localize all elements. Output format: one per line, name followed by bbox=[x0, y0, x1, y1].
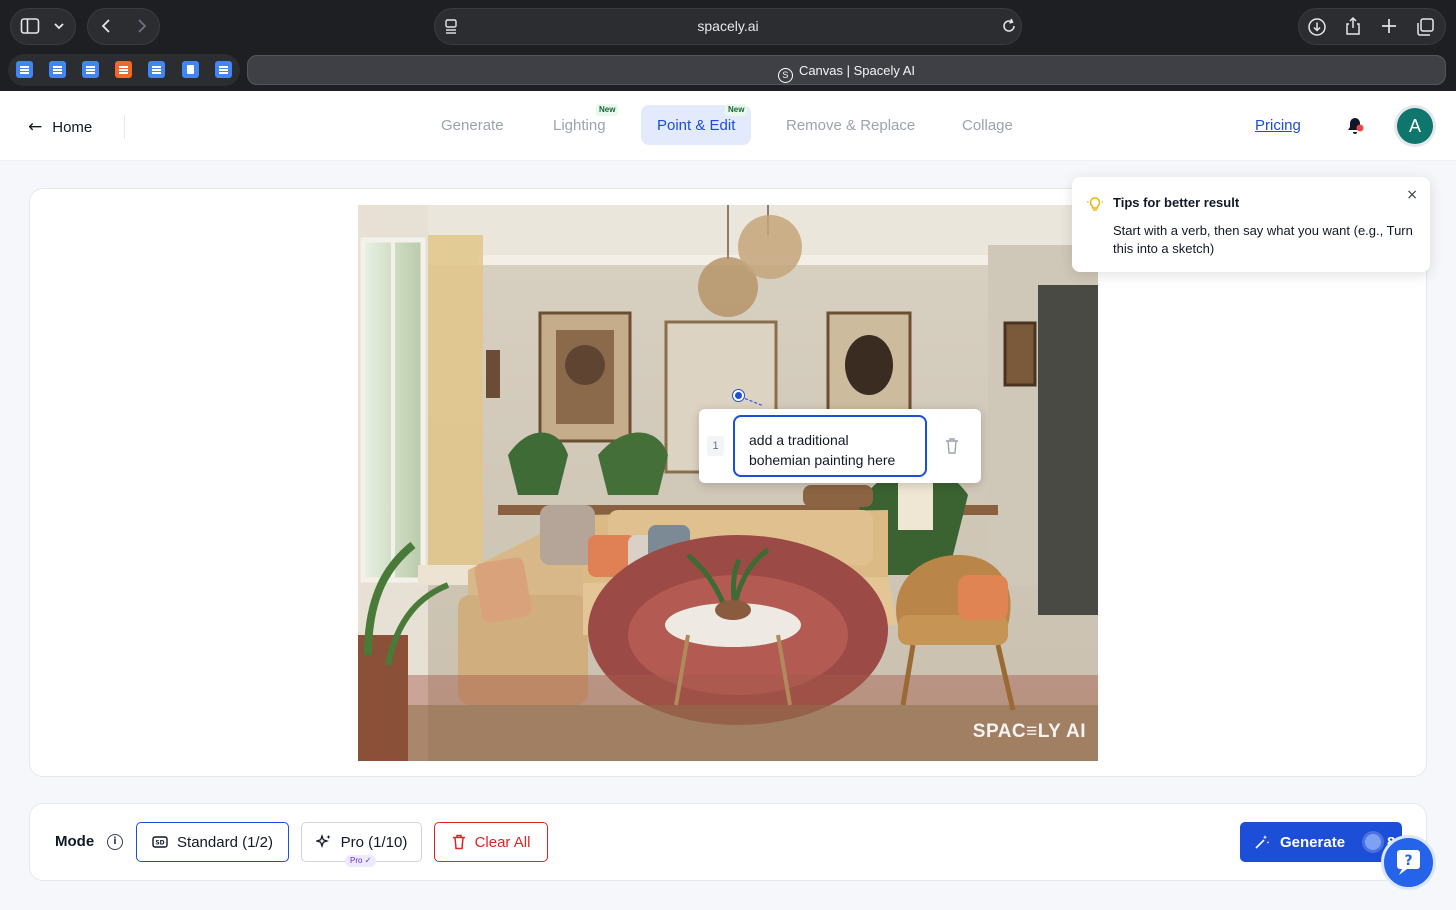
tab-label: Lighting bbox=[553, 117, 606, 134]
tab-point-edit[interactable]: New Point & Edit bbox=[641, 104, 752, 145]
nav-buttons bbox=[87, 8, 160, 45]
tips-title: Tips for better result bbox=[1113, 195, 1240, 210]
edit-point-marker[interactable] bbox=[733, 390, 744, 401]
tab-bar: S Canvas | Spacely AI bbox=[0, 54, 1456, 91]
new-badge: New bbox=[596, 104, 619, 116]
pinned-tab-docs-icon[interactable] bbox=[49, 61, 66, 78]
tab-generate[interactable]: Generate bbox=[425, 105, 520, 145]
sparkle-icon bbox=[315, 834, 332, 850]
edit-prompt-input[interactable]: add a traditional bohemian painting here bbox=[733, 415, 927, 477]
tab-lighting[interactable]: New Lighting bbox=[537, 104, 622, 145]
standard-mode-label: Standard (1/2) bbox=[177, 833, 273, 851]
pinned-tab-docs-icon[interactable] bbox=[82, 61, 99, 78]
new-tab-icon[interactable] bbox=[1379, 17, 1399, 40]
magic-wand-icon bbox=[1254, 834, 1270, 850]
help-chat-button[interactable]: ? bbox=[1381, 835, 1436, 890]
chevron-down-icon bbox=[51, 17, 67, 40]
url-text: spacely.ai bbox=[697, 18, 759, 34]
forward-icon[interactable] bbox=[132, 17, 150, 40]
pinned-tab-bookmark-icon[interactable] bbox=[115, 61, 132, 78]
trash-icon bbox=[452, 834, 466, 850]
pro-mode-label: Pro (1/10) bbox=[340, 833, 408, 851]
notification-bell-icon[interactable] bbox=[1345, 116, 1365, 136]
arrow-left-icon: ← bbox=[28, 117, 43, 137]
pricing-link[interactable]: Pricing bbox=[1255, 117, 1301, 134]
browser-chrome: spacely.ai S Canvas | Spacely AI bbox=[0, 0, 1456, 91]
tab-label: Generate bbox=[441, 117, 504, 134]
edit-prompt-popover: 1 add a traditional bohemian painting he… bbox=[699, 409, 981, 483]
tab-remove-replace[interactable]: Remove & Replace bbox=[770, 105, 931, 145]
tab-label: Collage bbox=[962, 117, 1013, 134]
mode-label: Mode bbox=[55, 833, 95, 850]
close-icon[interactable]: × bbox=[1406, 187, 1418, 203]
standard-mode-button[interactable]: SD Standard (1/2) bbox=[136, 822, 289, 862]
pinned-tab-docs-icon[interactable] bbox=[16, 61, 33, 78]
spacely-favicon-icon: S bbox=[777, 68, 793, 83]
home-label: Home bbox=[52, 118, 93, 136]
tab-label: Point & Edit bbox=[657, 117, 736, 134]
sidebar-icon bbox=[20, 17, 40, 40]
pro-chip: Pro ✓ bbox=[345, 855, 377, 867]
back-icon[interactable] bbox=[98, 17, 116, 40]
generate-label: Generate bbox=[1280, 833, 1346, 851]
user-avatar[interactable]: A bbox=[1397, 108, 1433, 144]
generate-button[interactable]: Generate 8 bbox=[1240, 822, 1402, 862]
sd-icon: SD bbox=[152, 836, 168, 848]
credit-coin-icon bbox=[1365, 834, 1382, 850]
new-badge: New bbox=[725, 104, 748, 116]
edit-point-number: 1 bbox=[707, 436, 724, 456]
active-tab[interactable]: S Canvas | Spacely AI bbox=[247, 55, 1446, 85]
clear-all-label: Clear All bbox=[474, 833, 531, 851]
pinned-tab-file-icon[interactable] bbox=[182, 61, 199, 78]
pinned-tab-docs-icon[interactable] bbox=[148, 61, 165, 78]
tab-label: Remove & Replace bbox=[786, 117, 916, 134]
spacely-watermark: SPAC≡LY AI bbox=[972, 721, 1086, 742]
browser-actions bbox=[1298, 8, 1446, 45]
clear-all-button[interactable]: Clear All bbox=[434, 822, 548, 862]
chat-help-icon: ? bbox=[1397, 850, 1420, 875]
active-tab-title: Canvas | Spacely AI bbox=[798, 63, 916, 78]
reload-icon[interactable] bbox=[1000, 17, 1018, 40]
browser-toolbar: spacely.ai bbox=[0, 0, 1456, 54]
room-image[interactable]: SPAC≡LY AI bbox=[358, 205, 1098, 761]
tab-overview-icon[interactable] bbox=[1415, 17, 1435, 42]
header-divider bbox=[124, 115, 125, 139]
svg-text:?: ? bbox=[1404, 853, 1412, 869]
download-icon[interactable] bbox=[1307, 17, 1327, 42]
home-link[interactable]: ← Home bbox=[28, 117, 92, 137]
svg-text:SD: SD bbox=[155, 840, 164, 847]
share-icon[interactable] bbox=[1343, 16, 1363, 41]
tab-collage[interactable]: Collage bbox=[946, 105, 1029, 145]
delete-point-icon[interactable] bbox=[944, 437, 960, 455]
pinned-tab-docs-icon[interactable] bbox=[215, 61, 232, 78]
sidebar-toggle[interactable] bbox=[10, 8, 76, 45]
address-bar[interactable]: spacely.ai bbox=[434, 8, 1022, 45]
tips-card: Tips for better result Start with a verb… bbox=[1072, 177, 1430, 272]
info-icon[interactable]: i bbox=[107, 834, 123, 850]
pinned-tabs bbox=[8, 54, 240, 86]
app-header: ← Home Generate New Lighting New Point &… bbox=[0, 91, 1456, 161]
tips-body: Start with a verb, then say what you wan… bbox=[1113, 223, 1413, 256]
lightbulb-icon bbox=[1086, 195, 1104, 213]
